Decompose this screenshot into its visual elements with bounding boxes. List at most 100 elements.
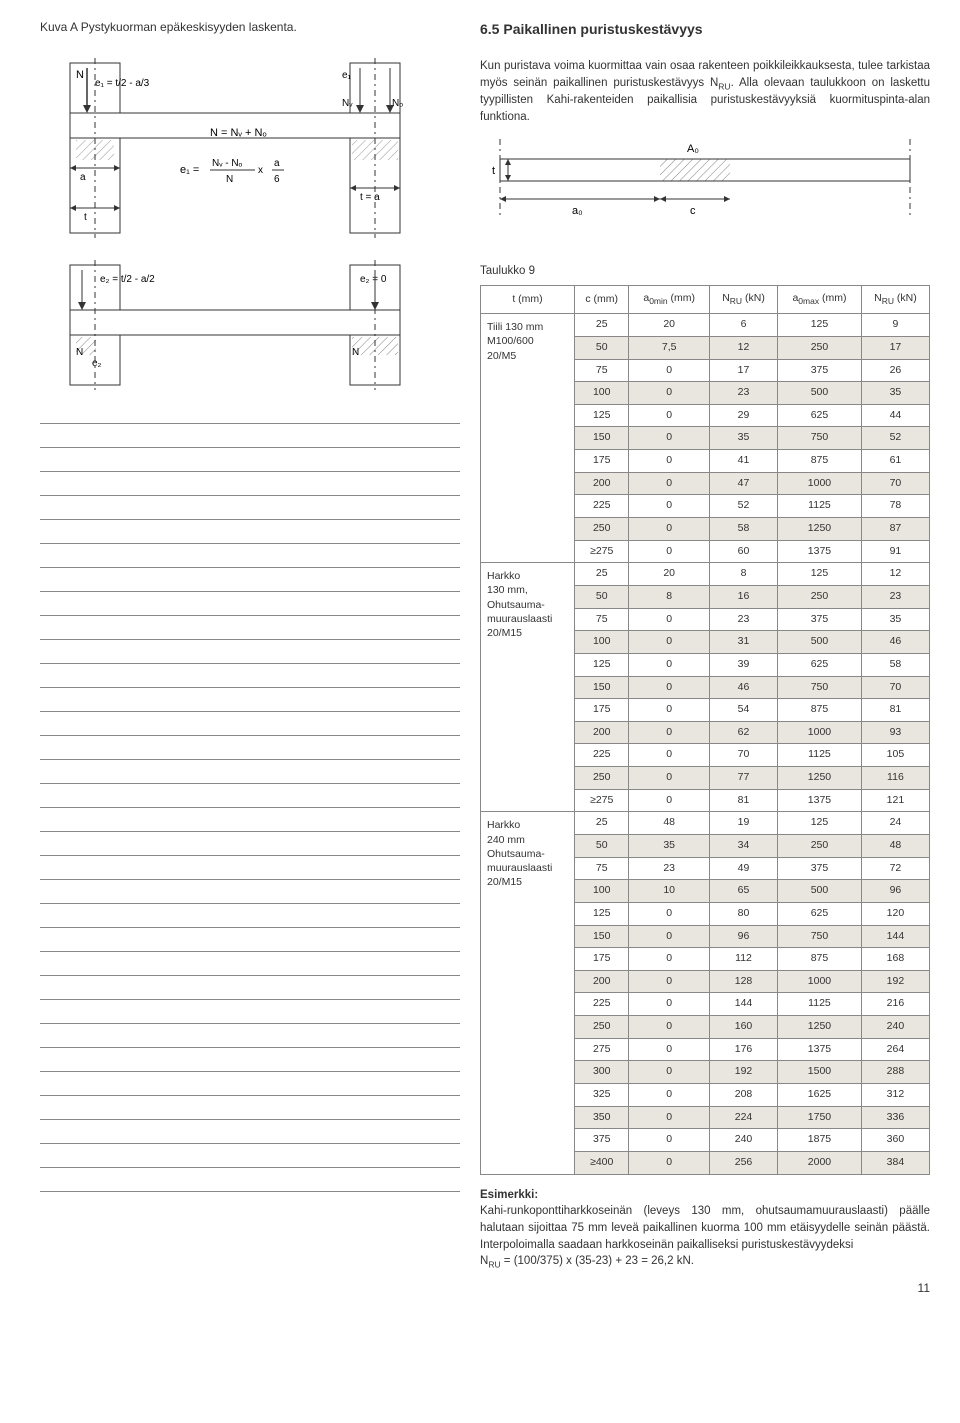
cell: 1500: [778, 1061, 862, 1084]
cell: 160: [709, 1016, 777, 1039]
cell: 39: [709, 653, 777, 676]
cell: 50: [575, 835, 629, 858]
cell: 17: [861, 336, 929, 359]
cell: 0: [629, 1016, 710, 1039]
cell: 175: [575, 948, 629, 971]
lbl-A0: A₀: [687, 143, 699, 155]
cell: 49: [709, 857, 777, 880]
cell: 96: [861, 880, 929, 903]
lbl-e2-0: e₂ = 0: [360, 274, 387, 285]
cell: 75: [575, 359, 629, 382]
cell: 17: [709, 359, 777, 382]
cell: 360: [861, 1129, 929, 1152]
cell: 224: [709, 1106, 777, 1129]
cell: 35: [861, 608, 929, 631]
cell: 0: [629, 495, 710, 518]
lbl-e1eq-left: e₁ =: [180, 164, 199, 176]
cell: 77: [709, 767, 777, 790]
example-title: Esimerkki:: [480, 1187, 930, 1204]
cell: 6: [709, 314, 777, 337]
cell: 240: [709, 1129, 777, 1152]
cell: 200: [575, 472, 629, 495]
lbl-e1eq-num: Nᵥ - Nₒ: [212, 158, 243, 169]
th-c: c (mm): [575, 286, 629, 314]
cell: 384: [861, 1151, 929, 1174]
cell: 47: [709, 472, 777, 495]
cell: 12: [709, 336, 777, 359]
cell: 200: [575, 721, 629, 744]
cell: 125: [575, 902, 629, 925]
lbl-e1eq-num2: a: [274, 158, 280, 169]
cell: 0: [629, 902, 710, 925]
cell: 225: [575, 993, 629, 1016]
cell: 93: [861, 721, 929, 744]
th-a0min: a0min (mm): [629, 286, 710, 314]
cell: 125: [575, 653, 629, 676]
cell: 0: [629, 404, 710, 427]
cell: 0: [629, 970, 710, 993]
cell: 105: [861, 744, 929, 767]
cell: 1625: [778, 1084, 862, 1107]
lbl-N-bottom: N: [76, 347, 83, 358]
lbl-ta: t = a: [360, 192, 380, 203]
lbl-t2: t: [492, 165, 495, 177]
cell: 75: [575, 857, 629, 880]
cell: 12: [861, 563, 929, 586]
cell: 1000: [778, 721, 862, 744]
cell: 62: [709, 721, 777, 744]
cell: 0: [629, 608, 710, 631]
th-nru1: NRU (kN): [709, 286, 777, 314]
cell: 200: [575, 970, 629, 993]
cell: 23: [861, 585, 929, 608]
cell: 24: [861, 812, 929, 835]
diagram-bottom: e₂ = t/2 - a/2 N e₂ e₂ = 0 N: [40, 260, 460, 390]
cell: 150: [575, 676, 629, 699]
cell: 1250: [778, 1016, 862, 1039]
cell: 225: [575, 744, 629, 767]
cell: 72: [861, 857, 929, 880]
cell: 0: [629, 427, 710, 450]
lbl-e1eq-den: N: [226, 174, 233, 185]
cell: 19: [709, 812, 777, 835]
cell: 116: [861, 767, 929, 790]
cell: 35: [861, 382, 929, 405]
lbl-N: N: [76, 69, 84, 81]
cell: 46: [861, 631, 929, 654]
cell: 26: [861, 359, 929, 382]
cell: 176: [709, 1038, 777, 1061]
cell: 750: [778, 925, 862, 948]
cell: 112: [709, 948, 777, 971]
cell: 0: [629, 540, 710, 563]
cell: 0: [629, 472, 710, 495]
example-block: Esimerkki: Kahi-runkoponttiharkkoseinän …: [480, 1187, 930, 1271]
cell: 175: [575, 450, 629, 473]
cell: 35: [709, 427, 777, 450]
cell: 50: [575, 336, 629, 359]
lbl-a0: a₀: [572, 205, 583, 217]
cell: 0: [629, 767, 710, 790]
cell: 275: [575, 1038, 629, 1061]
cell: 41: [709, 450, 777, 473]
cell: 500: [778, 880, 862, 903]
cell: 125: [778, 812, 862, 835]
cell: 1250: [778, 767, 862, 790]
group-label: Harkko 240 mm Ohutsauma- muurauslaasti 2…: [481, 812, 575, 1174]
cell: 23: [709, 382, 777, 405]
cell: 46: [709, 676, 777, 699]
cell: 225: [575, 495, 629, 518]
cell: 0: [629, 948, 710, 971]
figure-caption: Kuva A Pystykuorman epäkeskisyyden laske…: [40, 20, 460, 36]
cell: 1000: [778, 472, 862, 495]
cell: 70: [861, 472, 929, 495]
cell: 48: [629, 812, 710, 835]
lbl-NV: Nᵥ: [342, 98, 353, 109]
cell: 100: [575, 631, 629, 654]
cell: 9: [861, 314, 929, 337]
lbl-e1-def: e₁ = t/2 - a/3: [95, 78, 150, 89]
lbl-c: c: [690, 205, 696, 217]
cell: 625: [778, 404, 862, 427]
cell: 375: [778, 359, 862, 382]
cell: 1125: [778, 744, 862, 767]
cell: 150: [575, 925, 629, 948]
cell: 325: [575, 1084, 629, 1107]
